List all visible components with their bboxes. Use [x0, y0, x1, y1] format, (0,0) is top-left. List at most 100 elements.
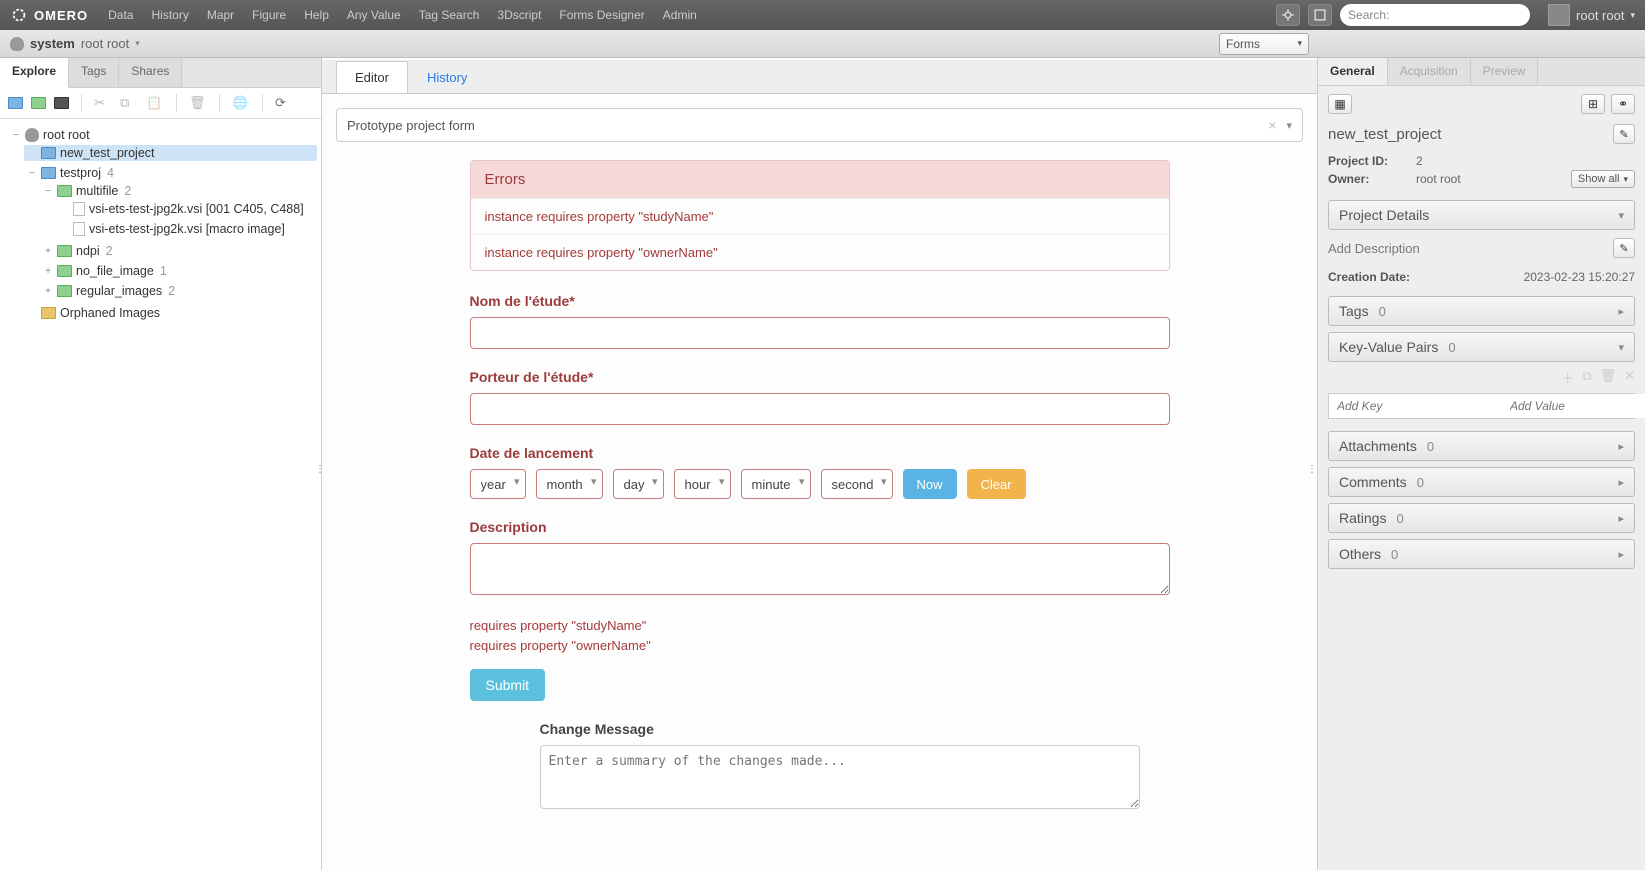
- avatar-icon: [1548, 4, 1570, 26]
- close-kv-icon[interactable]: ✕: [1624, 368, 1635, 387]
- share-icon[interactable]: 🌐: [232, 95, 250, 111]
- year-select[interactable]: year: [470, 469, 526, 499]
- link-icon[interactable]: ⚭: [1611, 94, 1635, 114]
- month-select[interactable]: month: [536, 469, 603, 499]
- acc-others[interactable]: Others0▸: [1328, 539, 1635, 569]
- kv-key-input[interactable]: [1329, 394, 1502, 418]
- user-menu[interactable]: root root ▾: [1548, 4, 1635, 26]
- acc-attachments[interactable]: Attachments0▸: [1328, 431, 1635, 461]
- delete-icon[interactable]: 🗑: [189, 95, 207, 111]
- tree-dataset-ndpi[interactable]: + ndpi 2: [40, 243, 317, 259]
- settings-gear-icon[interactable]: [1276, 4, 1300, 26]
- clear-button[interactable]: Clear: [967, 469, 1026, 499]
- subheader: system root root ▾ Forms ▾: [0, 30, 1645, 58]
- day-select[interactable]: day: [613, 469, 664, 499]
- tree-count: 1: [160, 264, 167, 278]
- nav-anyvalue[interactable]: Any Value: [347, 8, 401, 22]
- clear-icon[interactable]: ×: [1268, 117, 1276, 133]
- refresh-icon[interactable]: ⟳: [275, 95, 293, 111]
- acc-ratings[interactable]: Ratings0▸: [1328, 503, 1635, 533]
- acc-project-details[interactable]: Project Details ▾: [1328, 200, 1635, 230]
- new-dataset-icon[interactable]: [31, 97, 46, 109]
- tree-image[interactable]: vsi-ets-test-jpg2k.vsi [001 C405, C488]: [56, 201, 317, 217]
- expand-icon[interactable]: +: [43, 266, 53, 277]
- study-name-input[interactable]: [470, 317, 1170, 349]
- hour-select[interactable]: hour: [674, 469, 731, 499]
- owner-name-input[interactable]: [470, 393, 1170, 425]
- nav-help[interactable]: Help: [304, 8, 329, 22]
- show-all-dropdown[interactable]: Show all▾: [1571, 170, 1635, 188]
- grid-icon[interactable]: ⊞: [1581, 94, 1605, 114]
- paste-icon[interactable]: 📋: [146, 95, 164, 111]
- tab-general[interactable]: General: [1318, 58, 1388, 85]
- collapse-icon[interactable]: −: [11, 130, 21, 141]
- tree-label: ndpi: [76, 244, 100, 258]
- tree-dataset-regular[interactable]: +regular_images2: [40, 283, 317, 299]
- tab-history[interactable]: History: [408, 61, 486, 93]
- add-kv-icon[interactable]: ＋: [1561, 368, 1574, 387]
- brand-logo[interactable]: OMERO: [10, 6, 88, 24]
- copy-kv-icon[interactable]: ⧉: [1582, 368, 1591, 387]
- form-template-dropdown[interactable]: Prototype project form × ▾: [336, 108, 1303, 142]
- submit-button[interactable]: Submit: [470, 669, 546, 701]
- copy-icon[interactable]: ⧉: [120, 95, 138, 111]
- expand-icon[interactable]: +: [43, 286, 53, 297]
- tree-project-testproj[interactable]: − testproj 4: [24, 165, 317, 181]
- acc-comments[interactable]: Comments0▸: [1328, 467, 1635, 497]
- expand-icon[interactable]: +: [43, 246, 53, 257]
- center-view-dropdown[interactable]: Forms ▾: [1219, 33, 1309, 55]
- chevron-right-icon: ▸: [1618, 305, 1624, 318]
- thumbnail-icon[interactable]: ▦: [1328, 94, 1352, 114]
- breadcrumb-group: system: [30, 36, 75, 51]
- tree-image[interactable]: vsi-ets-test-jpg2k.vsi [macro image]: [56, 221, 317, 237]
- delete-kv-icon[interactable]: 🗑: [1600, 368, 1617, 387]
- owner-value: root root: [1416, 172, 1461, 186]
- puzzle-icon[interactable]: [1308, 4, 1332, 26]
- tab-tags[interactable]: Tags: [69, 58, 119, 87]
- cut-icon[interactable]: ✂: [94, 95, 112, 111]
- new-screen-icon[interactable]: [54, 97, 69, 109]
- nav-figure[interactable]: Figure: [252, 8, 286, 22]
- search-input[interactable]: [1393, 8, 1548, 22]
- tree-orphaned[interactable]: Orphaned Images: [24, 305, 317, 321]
- collapse-icon[interactable]: −: [27, 168, 37, 179]
- edit-title-button[interactable]: ✎: [1613, 124, 1635, 144]
- minute-select[interactable]: minute: [741, 469, 811, 499]
- tree-dataset-nofile[interactable]: +no_file_image1: [40, 263, 317, 279]
- nav-3dscript[interactable]: 3Dscript: [497, 8, 541, 22]
- tree-count: 2: [106, 244, 113, 258]
- new-project-icon[interactable]: [8, 97, 23, 109]
- object-title: new_test_project: [1328, 126, 1605, 143]
- tree-project-new[interactable]: new_test_project: [24, 145, 317, 161]
- tab-editor[interactable]: Editor: [336, 61, 408, 93]
- tab-explore[interactable]: Explore: [0, 58, 69, 88]
- acc-keyvalue[interactable]: Key-Value Pairs0▾: [1328, 332, 1635, 362]
- change-message-textarea[interactable]: [540, 745, 1140, 809]
- edit-description-button[interactable]: ✎: [1613, 238, 1635, 258]
- tree-root-user[interactable]: − root root: [8, 127, 317, 143]
- breadcrumb[interactable]: system root root ▾: [0, 36, 322, 51]
- collapse-icon[interactable]: −: [43, 186, 53, 197]
- now-button[interactable]: Now: [903, 469, 957, 499]
- nav-mapr[interactable]: Mapr: [207, 8, 234, 22]
- validation-messages: requires property "studyName" requires p…: [470, 616, 1170, 655]
- project-tree[interactable]: − root root new_test_project: [0, 119, 321, 870]
- owner-name-label: Porteur de l'étude*: [470, 369, 1170, 385]
- nav-tagsearch[interactable]: Tag Search: [419, 8, 480, 22]
- acc-tags[interactable]: Tags0▸: [1328, 296, 1635, 326]
- change-message-label: Change Message: [540, 721, 1140, 737]
- errors-box: Errors instance requires property "study…: [470, 160, 1170, 271]
- nav-history[interactable]: History: [151, 8, 188, 22]
- kv-value-input[interactable]: [1502, 394, 1645, 418]
- tree-dataset-multifile[interactable]: − multifile 2: [40, 183, 317, 199]
- second-select[interactable]: second: [821, 469, 893, 499]
- splitter-handle[interactable]: ⋮: [1307, 464, 1317, 475]
- breadcrumb-user: root root: [81, 36, 129, 51]
- global-search[interactable]: Search: 🔍: [1340, 4, 1530, 26]
- nav-formsdesigner[interactable]: Forms Designer: [559, 8, 644, 22]
- tab-shares[interactable]: Shares: [119, 58, 182, 87]
- chevron-down-icon[interactable]: ▾: [1286, 119, 1292, 132]
- nav-admin[interactable]: Admin: [663, 8, 697, 22]
- nav-data[interactable]: Data: [108, 8, 133, 22]
- description-textarea[interactable]: [470, 543, 1170, 595]
